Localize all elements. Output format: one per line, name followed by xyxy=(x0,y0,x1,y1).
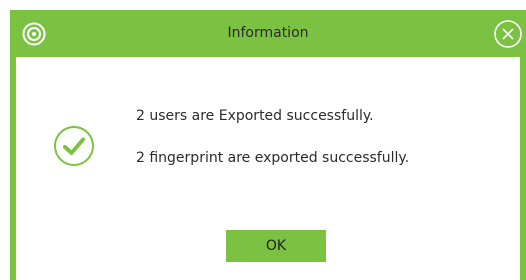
check-circle-icon xyxy=(54,126,94,166)
close-icon[interactable] xyxy=(493,19,523,49)
message-fingerprints-exported: 2 fingerprint are exported successfully. xyxy=(136,150,410,166)
ok-button[interactable]: OK xyxy=(226,230,326,262)
information-dialog: Information 2 users are Exported success… xyxy=(10,10,526,280)
dialog-title: Information xyxy=(227,25,309,41)
message-users-exported: 2 users are Exported successfully. xyxy=(136,108,374,124)
title-bar[interactable]: Information xyxy=(10,10,526,57)
